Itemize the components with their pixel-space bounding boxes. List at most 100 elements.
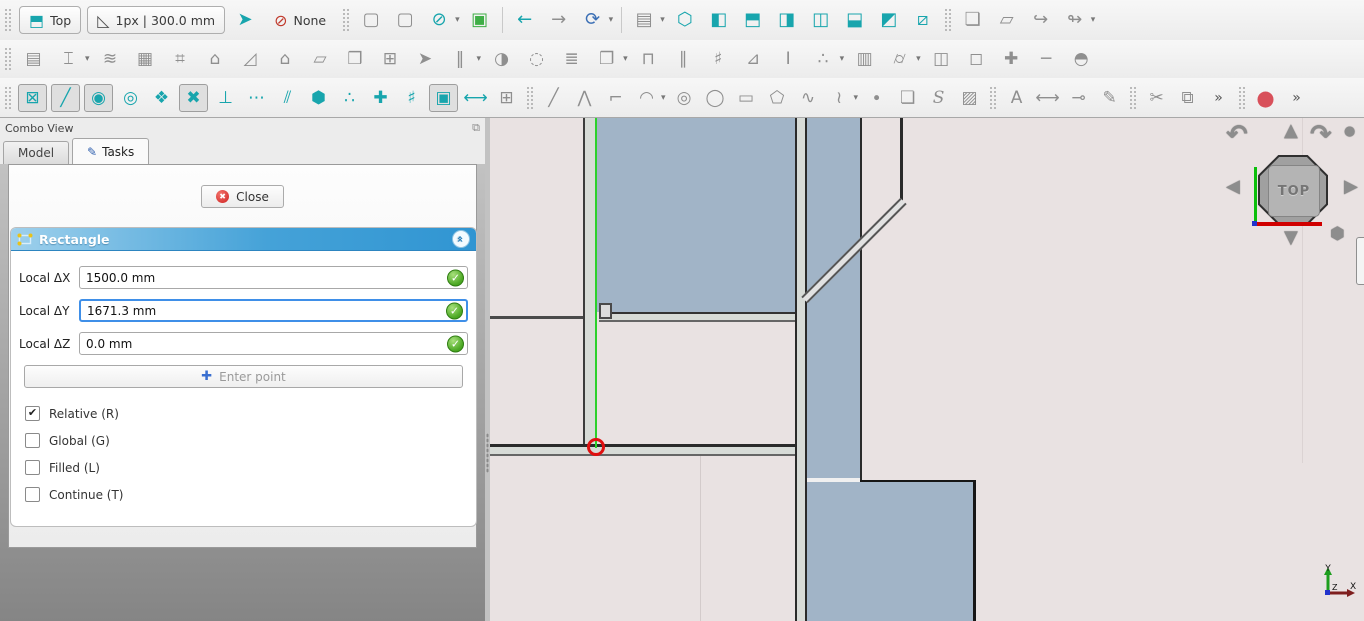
measure-icon[interactable]: ⧄ — [908, 6, 938, 34]
coordinate-input-0[interactable]: 1500.0 mm✓ — [79, 266, 468, 289]
draft-label-icon[interactable]: ⊸ — [1065, 84, 1092, 112]
snap-special-icon[interactable]: ⬢ — [305, 84, 332, 112]
collapse-section-icon[interactable]: « — [452, 230, 470, 248]
arch-site-icon[interactable]: ◌ — [521, 45, 552, 73]
arch-roof-icon[interactable]: ◿ — [235, 45, 266, 73]
redo-icon[interactable]: → — [544, 6, 574, 34]
draft-arc-icon[interactable]: ◠ — [633, 84, 660, 112]
part-icon[interactable]: ❏ — [958, 6, 988, 34]
section-plane-icon[interactable]: ◑ — [486, 45, 517, 73]
snap-near-icon[interactable]: ∴ — [336, 84, 363, 112]
view-top-icon[interactable]: ⬒ — [738, 6, 768, 34]
clear-selection-icon-dropdown[interactable]: ▾ — [455, 15, 460, 25]
draft-shapestring-icon[interactable]: S — [925, 84, 952, 112]
arch-pipe-icon-dropdown[interactable]: ▾ — [916, 54, 921, 64]
snap-cursor-icon[interactable]: ➤ — [230, 6, 260, 34]
arch-truss-icon[interactable]: ⊿ — [738, 45, 769, 73]
arch-schedule-icon[interactable]: ▥ — [849, 45, 880, 73]
coordinate-input-1[interactable]: 1671.3 mm✓ — [79, 299, 468, 322]
draft-polyline-icon[interactable]: ⋀ — [571, 84, 598, 112]
arch-window-icon[interactable]: ⊞ — [375, 45, 406, 73]
open-folder-icon[interactable]: ▱ — [992, 6, 1022, 34]
draft-line-icon[interactable]: ╱ — [540, 84, 567, 112]
annotation-style-icon[interactable]: ✎ — [1096, 84, 1123, 112]
nav-arrow-down-icon[interactable]: ▼ — [1284, 227, 1298, 248]
cutplane-b-icon[interactable]: ◻ — [961, 45, 992, 73]
snap-parallel-icon[interactable]: ⫽ — [274, 84, 301, 112]
arch-frame-icon[interactable]: ⊓ — [633, 45, 664, 73]
nav-rotate-cw-icon[interactable]: ↷ — [1310, 120, 1332, 150]
share-icon-dropdown[interactable]: ▾ — [1091, 15, 1096, 25]
arch-panel-icon[interactable]: ❐ — [591, 45, 622, 73]
cutplane-a-icon[interactable]: ◫ — [926, 45, 957, 73]
float-panel-icon[interactable]: ⧉ — [472, 121, 480, 135]
selection-forward-icon[interactable]: ▢ — [390, 6, 420, 34]
snap-ortho-icon[interactable]: ✚ — [367, 84, 394, 112]
cut-icon[interactable]: ✂ — [1143, 84, 1170, 112]
draft-text-icon[interactable]: A — [1003, 84, 1030, 112]
draft-facebinder-icon[interactable]: ❏ — [894, 84, 921, 112]
ibeam-profile-icon[interactable]: Ⅰ — [773, 45, 804, 73]
arch-wall-icon[interactable]: ▤ — [18, 45, 49, 73]
selection-back-icon[interactable]: ▢ — [356, 6, 386, 34]
share-icon[interactable]: ↬ — [1060, 6, 1090, 34]
close-button[interactable]: ✖ Close — [201, 185, 284, 208]
arch-stairs-icon[interactable]: ≣ — [556, 45, 587, 73]
select-arrow-icon[interactable]: ➤ — [410, 45, 441, 73]
snap-midpoint-icon[interactable]: ◉ — [84, 84, 113, 112]
box-selection-icon[interactable]: ▣ — [465, 6, 495, 34]
arch-fence-icon[interactable]: ♯ — [703, 45, 734, 73]
arch-profile-icon-dropdown[interactable]: ▾ — [477, 54, 482, 64]
draft-fillet-icon[interactable]: ⌐ — [602, 84, 629, 112]
nav-arrow-up-icon[interactable]: ▲ — [1284, 120, 1298, 141]
macro-record-icon[interactable]: ● — [1252, 84, 1279, 112]
checkbox-0[interactable]: ✔ — [25, 406, 40, 421]
workingplane-top-button[interactable]: ⬒Top — [19, 6, 81, 34]
drawing-view-icon[interactable]: ▱ — [305, 45, 336, 73]
draw-style-icon[interactable]: ▤ — [629, 6, 659, 34]
tab-model[interactable]: Model — [3, 141, 69, 164]
snap-workingplane-icon[interactable]: ▣ — [429, 84, 458, 112]
arch-profile-icon[interactable]: ‖ — [445, 45, 476, 73]
arch-beam-set-icon[interactable]: ∥ — [668, 45, 699, 73]
autogroup-none-button[interactable]: ⊘None — [265, 7, 335, 33]
view-right-icon[interactable]: ◨ — [772, 6, 802, 34]
nav-arrow-right-icon[interactable]: ▶ — [1344, 176, 1358, 197]
3d-viewport[interactable]: TOP ▲ ▼ ◀ ▶ ↶ ↷ ● ⬢ Y X Z — [490, 118, 1364, 621]
bim-setup-icon[interactable]: ◓ — [1066, 45, 1097, 73]
snap-perpendicular-icon[interactable]: ⊥ — [212, 84, 239, 112]
draft-bezier-icon-dropdown[interactable]: ▾ — [854, 93, 859, 103]
arch-material-icon-dropdown[interactable]: ▾ — [840, 54, 845, 64]
view-fit-icon[interactable]: ⟳ — [578, 6, 608, 34]
paste-icon[interactable]: ⧉ — [1174, 84, 1201, 112]
export-icon[interactable]: ↪ — [1026, 6, 1056, 34]
draft-ellipse-icon[interactable]: ◯ — [702, 84, 729, 112]
nav-cube-top-face[interactable]: TOP — [1268, 165, 1320, 217]
draft-hatch-icon[interactable]: ▨ — [956, 84, 983, 112]
nav-sphere-icon[interactable]: ● — [1344, 124, 1355, 139]
checkbox-3[interactable] — [25, 487, 40, 502]
snap-dimensions-icon[interactable]: ⟷ — [462, 84, 489, 112]
arch-rebar-icon[interactable]: ≋ — [95, 45, 126, 73]
draft-dimension-icon[interactable]: ⟷ — [1034, 84, 1061, 112]
clear-selection-icon[interactable]: ⊘ — [424, 6, 454, 34]
toolbar-overflow-icon[interactable]: » — [1205, 84, 1232, 112]
snap-intersection-icon[interactable]: ✖ — [179, 84, 208, 112]
arch-structure-icon[interactable]: ⌶ — [53, 45, 84, 73]
snap-angle-icon[interactable]: ❖ — [148, 84, 175, 112]
remove-component-icon[interactable]: ─ — [1031, 45, 1062, 73]
view-front-icon[interactable]: ◧ — [704, 6, 734, 34]
snap-extension-icon[interactable]: ⋯ — [243, 84, 270, 112]
snap-lock-icon[interactable]: ⊠ — [18, 84, 47, 112]
arch-structure-icon-dropdown[interactable]: ▾ — [85, 54, 90, 64]
arch-panel-icon-dropdown[interactable]: ▾ — [623, 54, 628, 64]
building-part-icon[interactable]: ⌂ — [200, 45, 231, 73]
draw-style-icon-dropdown[interactable]: ▾ — [660, 15, 665, 25]
grid-toggle-icon[interactable]: ⊞ — [493, 84, 520, 112]
coordinate-input-2[interactable]: 0.0 mm✓ — [79, 332, 468, 355]
view-bottom-icon[interactable]: ⬓ — [840, 6, 870, 34]
draft-bspline-icon[interactable]: ∿ — [795, 84, 822, 112]
rectangle-task-header[interactable]: Rectangle « — [11, 228, 476, 251]
draft-arc-icon-dropdown[interactable]: ▾ — [661, 93, 666, 103]
nav-arrow-left-icon[interactable]: ◀ — [1226, 176, 1240, 197]
